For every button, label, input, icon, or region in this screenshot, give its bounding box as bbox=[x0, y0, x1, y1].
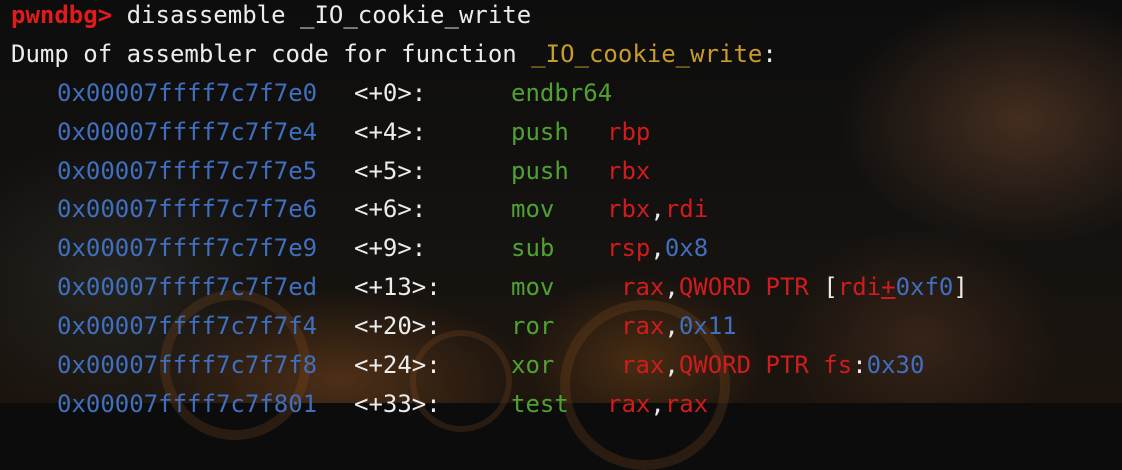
instruction-offset: <+33>: bbox=[354, 389, 441, 418]
operand-token: 0x11 bbox=[678, 312, 737, 341]
instruction-mnemonic: sub bbox=[511, 234, 555, 263]
instruction-operands: rax,rax bbox=[607, 389, 708, 419]
instruction-mnemonic: mov bbox=[511, 195, 555, 224]
pwndbg-prompt: pwndbg> bbox=[11, 1, 113, 29]
operand-token: rax bbox=[621, 273, 665, 302]
instruction-mnemonic: ror bbox=[511, 312, 555, 341]
operand-token: 0x30 bbox=[866, 351, 925, 380]
operand-token: rax bbox=[621, 312, 665, 341]
dump-header-colon: : bbox=[762, 39, 777, 68]
instruction-address: 0x00007ffff7c7f7f8 bbox=[57, 351, 318, 380]
instruction-address: 0x00007ffff7c7f7ed bbox=[57, 273, 318, 302]
instruction-mnemonic: push bbox=[511, 117, 569, 146]
instruction-address: 0x00007ffff7c7f7e9 bbox=[57, 234, 318, 263]
operand-token: 0xf0 bbox=[895, 273, 954, 302]
instruction-operands: rax,QWORD PTR fs:0x30 bbox=[621, 350, 924, 380]
instruction-offset: <+9>: bbox=[354, 234, 427, 263]
instruction-address: 0x00007ffff7c7f7e5 bbox=[57, 156, 318, 185]
instruction-offset: <+4>: bbox=[354, 117, 427, 146]
operand-token: rdi bbox=[664, 195, 709, 224]
operand-token: , bbox=[664, 312, 679, 341]
operand-token: rax bbox=[664, 389, 709, 418]
instruction-operands: rbp bbox=[607, 117, 650, 147]
instruction-operands: rax,0x11 bbox=[621, 311, 737, 341]
operand-token: ] bbox=[953, 273, 968, 302]
operand-token: rax bbox=[621, 351, 665, 380]
operand-token: rax bbox=[607, 389, 651, 418]
instruction-address: 0x00007ffff7c7f7e6 bbox=[57, 195, 318, 224]
command-line-content: pwndbg> disassemble _IO_cookie_write bbox=[11, 0, 531, 30]
dump-header-content: Dump of assembler code for function _IO_… bbox=[11, 39, 777, 69]
operand-token: rbx bbox=[607, 156, 651, 185]
instruction-operands: rsp,0x8 bbox=[607, 233, 708, 263]
instruction-offset: <+20>: bbox=[354, 312, 441, 341]
instruction-operands: rax,QWORD PTR [rdi+0xf0] bbox=[621, 272, 968, 302]
instruction-address: 0x00007ffff7c7f7e4 bbox=[57, 117, 318, 146]
operand-token: , bbox=[664, 273, 679, 302]
instruction-mnemonic: endbr64 bbox=[511, 78, 613, 107]
operand-token: rdi bbox=[837, 273, 882, 302]
instruction-mnemonic: push bbox=[511, 156, 569, 185]
instruction-offset: <+5>: bbox=[354, 156, 427, 185]
instruction-offset: <+0>: bbox=[354, 78, 427, 107]
operand-token: rsp bbox=[607, 234, 651, 263]
operand-token: , bbox=[650, 234, 665, 263]
instruction-offset: <+24>: bbox=[354, 351, 441, 380]
instruction-offset: <+6>: bbox=[354, 195, 427, 224]
operand-token: QWORD PTR bbox=[678, 273, 824, 302]
function-name: _IO_cookie_write bbox=[531, 39, 763, 68]
instruction-mnemonic: mov bbox=[511, 273, 555, 302]
instruction-address: 0x00007ffff7c7f7e0 bbox=[57, 78, 318, 107]
operand-token: [ bbox=[823, 273, 838, 302]
instruction-operands: rbx,rdi bbox=[607, 194, 708, 224]
command-text: disassemble _IO_cookie_write bbox=[126, 1, 532, 29]
instruction-mnemonic: test bbox=[511, 389, 569, 418]
operand-token: + bbox=[881, 273, 896, 302]
operand-token: : bbox=[852, 351, 867, 380]
instruction-address: 0x00007ffff7c7f801 bbox=[57, 389, 318, 418]
operand-token: , bbox=[664, 351, 679, 380]
operand-token: QWORD PTR fs bbox=[678, 351, 853, 380]
instruction-address: 0x00007ffff7c7f7f4 bbox=[57, 312, 318, 341]
instruction-mnemonic: xor bbox=[511, 351, 555, 380]
operand-token: , bbox=[650, 195, 665, 224]
instruction-operands: rbx bbox=[607, 156, 650, 186]
operand-token: 0x8 bbox=[664, 234, 709, 263]
operand-token: rbp bbox=[607, 117, 651, 146]
operand-token: , bbox=[650, 389, 665, 418]
dump-header-text: Dump of assembler code for function bbox=[11, 39, 532, 68]
instruction-offset: <+13>: bbox=[354, 273, 441, 302]
operand-token: rbx bbox=[607, 195, 651, 224]
